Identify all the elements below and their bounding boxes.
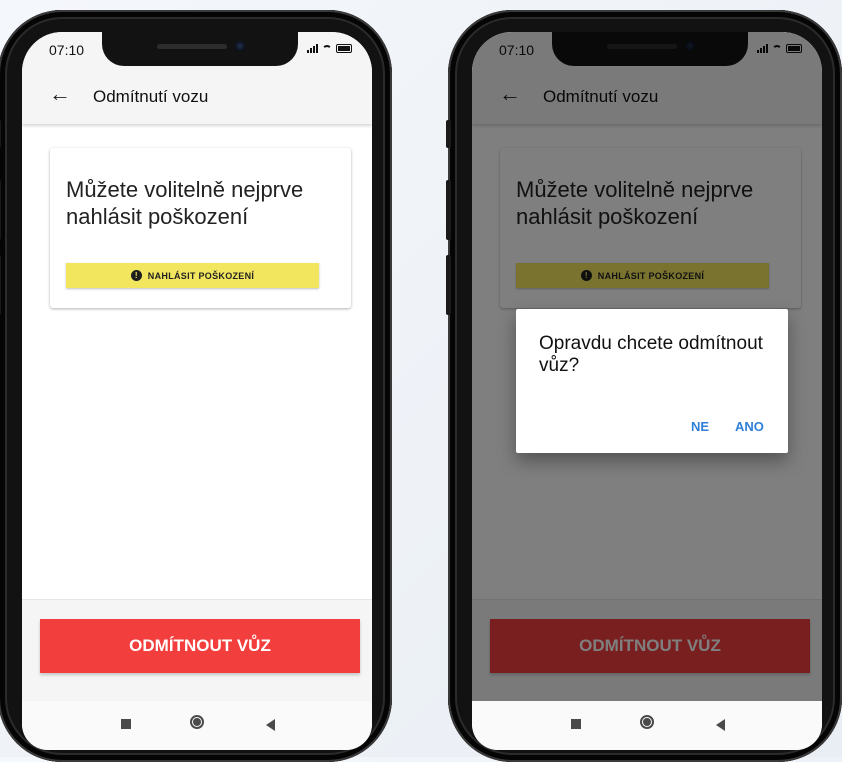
phone-left: 07:10 ← Odmítnutí vozu Můžete volitelně … xyxy=(0,10,392,762)
page-title: Odmítnutí vozu xyxy=(93,87,209,106)
app-bar: ← Odmítnutí vozu xyxy=(22,68,372,124)
card-text: Můžete volitelně nejprve nahlásit poškoz… xyxy=(66,177,304,229)
report-damage-label: NAHLÁSIT POŠKOZENÍ xyxy=(147,270,255,281)
speaker-grille xyxy=(157,44,227,49)
battery-icon xyxy=(336,44,352,53)
report-damage-button[interactable]: ! NAHLÁSIT POŠKOZENÍ xyxy=(66,263,319,288)
screen: 07:10 ← Odmítnutí vozu Můžete volitelně … xyxy=(22,32,372,750)
back-triangle-icon[interactable] xyxy=(716,719,725,731)
side-button xyxy=(0,120,1,148)
dialog-title: Opravdu chcete odmítnout vůz? xyxy=(539,333,763,376)
damage-report-card: Můžete volitelně nejprve nahlásit poškoz… xyxy=(50,148,351,308)
home-icon[interactable] xyxy=(190,715,204,729)
main-content: Můžete volitelně nejprve nahlásit poškoz… xyxy=(22,124,372,599)
back-arrow-icon[interactable]: ← xyxy=(49,82,71,106)
front-camera xyxy=(235,41,245,51)
bottom-bar: ODMÍTNOUT VŮZ xyxy=(22,599,372,702)
side-button xyxy=(446,180,451,240)
recents-icon[interactable] xyxy=(571,719,581,729)
dialog-yes-button[interactable]: ANO xyxy=(735,419,764,434)
screen: 07:10 ← Odmítnutí vozu Můžete volitelně … xyxy=(472,32,822,750)
reject-car-button[interactable]: ODMÍTNOUT VŮZ xyxy=(40,619,360,673)
side-button xyxy=(0,255,1,315)
side-button xyxy=(446,120,451,148)
dialog-no-button[interactable]: NE xyxy=(691,419,709,434)
wifi-icon xyxy=(322,45,332,53)
recents-icon[interactable] xyxy=(121,719,131,729)
signal-icon xyxy=(307,43,318,53)
status-time: 07:10 xyxy=(49,42,85,58)
camera-notch xyxy=(102,32,298,66)
system-nav-bar xyxy=(22,701,372,750)
system-nav-bar xyxy=(472,701,822,750)
side-button xyxy=(446,255,451,315)
phone-right: 07:10 ← Odmítnutí vozu Můžete volitelně … xyxy=(446,10,842,762)
confirm-dialog: Opravdu chcete odmítnout vůz? NE ANO xyxy=(516,309,788,453)
side-button xyxy=(0,180,1,240)
home-icon[interactable] xyxy=(640,715,654,729)
alert-icon: ! xyxy=(130,270,142,281)
back-triangle-icon[interactable] xyxy=(266,719,275,731)
status-icons xyxy=(307,43,352,53)
